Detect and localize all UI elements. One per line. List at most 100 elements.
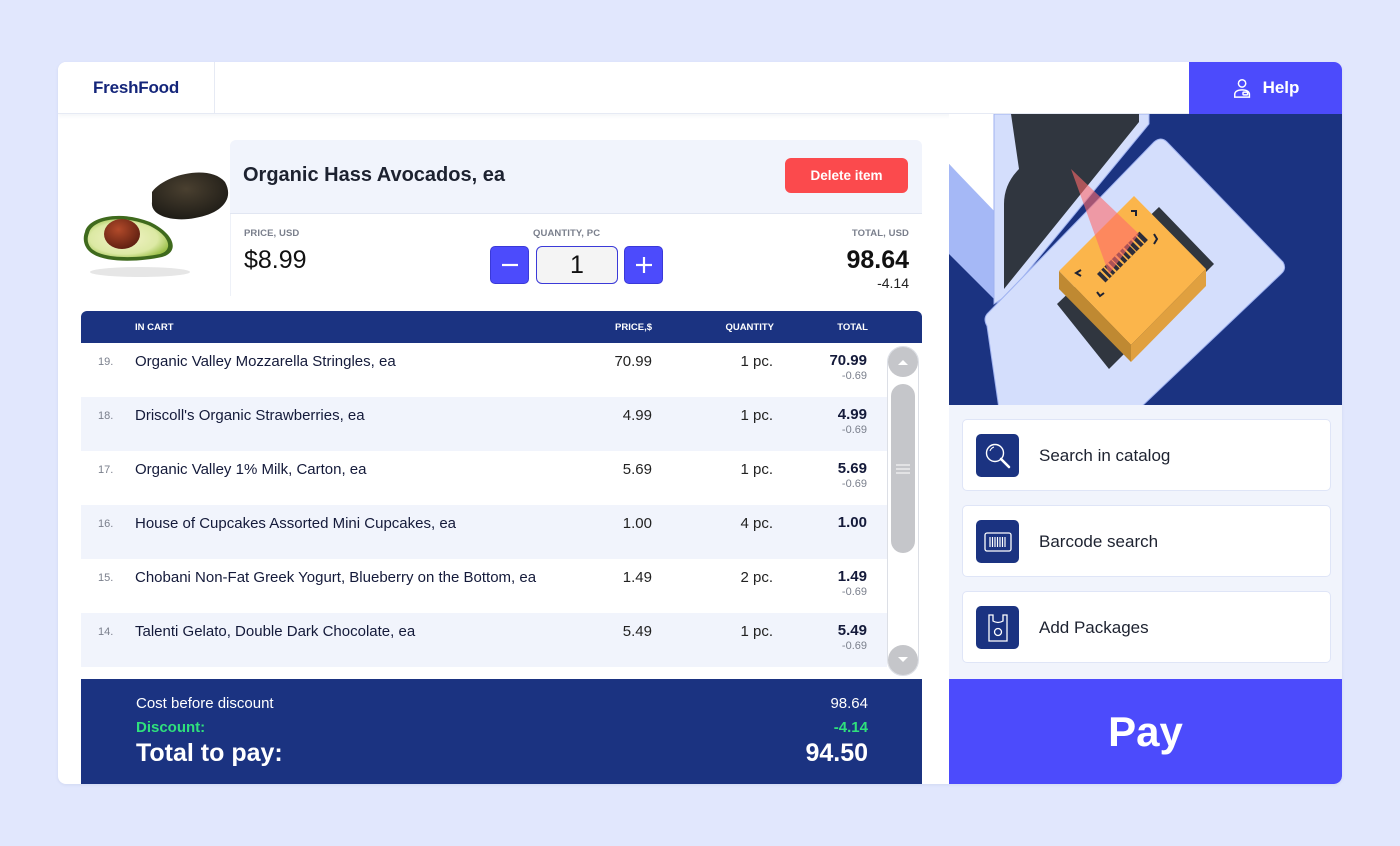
row-name: Talenti Gelato, Double Dark Chocolate, e… bbox=[135, 623, 416, 640]
barcode-icon bbox=[983, 531, 1012, 552]
total-to-pay-label: Total to pay: bbox=[136, 739, 283, 767]
magnifier-icon bbox=[985, 443, 1010, 468]
scanner-illustration bbox=[949, 114, 1342, 405]
row-total: 5.49 bbox=[837, 622, 867, 639]
row-name: House of Cupcakes Assorted Mini Cupcakes… bbox=[135, 515, 456, 532]
barcode-scanner-graphic bbox=[949, 114, 1286, 405]
top-bar: FreshFood Help bbox=[58, 62, 1342, 114]
row-number: 15. bbox=[98, 572, 114, 584]
cart-row[interactable]: 15. Chobani Non-Fat Greek Yogurt, Bluebe… bbox=[81, 559, 887, 613]
minus-icon bbox=[501, 263, 518, 267]
add-packages-button[interactable]: Add Packages bbox=[962, 591, 1331, 663]
column-total: TOTAL bbox=[837, 322, 868, 333]
total-discount: -4.14 bbox=[877, 275, 909, 291]
row-total: 1.49 bbox=[837, 568, 867, 585]
row-discount: -0.69 bbox=[841, 640, 867, 652]
row-price: 1.00 bbox=[622, 515, 652, 532]
row-number: 18. bbox=[98, 410, 114, 422]
help-label: Help bbox=[1262, 78, 1300, 97]
row-price: 1.49 bbox=[622, 569, 652, 586]
row-quantity: 1 pc. bbox=[740, 407, 773, 424]
product-name: Organic Hass Avocados, ea bbox=[243, 164, 505, 186]
product-header: Organic Hass Avocados, ea Delete item bbox=[230, 140, 922, 214]
row-name: Organic Valley Mozzarella Stringles, ea bbox=[135, 353, 396, 370]
column-quantity: QUANTITY bbox=[725, 322, 774, 333]
barcode-icon-wrap bbox=[976, 520, 1019, 563]
row-quantity: 1 pc. bbox=[740, 353, 773, 370]
scroll-down-button[interactable] bbox=[888, 645, 918, 675]
add-packages-label: Add Packages bbox=[1039, 618, 1149, 637]
shopping-bag-icon bbox=[987, 613, 1008, 642]
cart-row[interactable]: 14. Talenti Gelato, Double Dark Chocolat… bbox=[81, 613, 887, 667]
row-discount: -0.69 bbox=[841, 478, 867, 490]
caret-up-icon bbox=[898, 360, 908, 365]
delete-item-button[interactable]: Delete item bbox=[785, 158, 908, 193]
row-price: 5.49 bbox=[622, 623, 652, 640]
cart-row[interactable]: 16. House of Cupcakes Assorted Mini Cupc… bbox=[81, 505, 887, 559]
row-total: 4.99 bbox=[837, 406, 867, 423]
cart-table-header: IN CART PRICE,$ QUANTITY TOTAL bbox=[81, 311, 922, 343]
row-number: 14. bbox=[98, 626, 114, 638]
price-value: $8.99 bbox=[244, 246, 307, 274]
scroll-thumb[interactable] bbox=[891, 384, 915, 553]
row-quantity: 1 pc. bbox=[740, 461, 773, 478]
search-catalog-label: Search in catalog bbox=[1039, 446, 1171, 465]
product-details: PRICE, USD $8.99 QUANTITY, PC TOTAL, USD… bbox=[230, 214, 922, 296]
row-discount: -0.69 bbox=[841, 586, 867, 598]
row-number: 16. bbox=[98, 518, 114, 530]
decrease-quantity-button[interactable] bbox=[490, 246, 529, 284]
column-item: IN CART bbox=[135, 322, 174, 333]
pay-button[interactable]: Pay bbox=[949, 679, 1342, 784]
quantity-label: QUANTITY, PC bbox=[533, 228, 601, 239]
cart-row[interactable]: 17. Organic Valley 1% Milk, Carton, ea 5… bbox=[81, 451, 887, 505]
help-button[interactable]: Help bbox=[1189, 62, 1342, 114]
cost-before-discount-label: Cost before discount bbox=[136, 695, 274, 712]
row-price: 5.69 bbox=[622, 461, 652, 478]
row-name: Chobani Non-Fat Greek Yogurt, Blueberry … bbox=[135, 569, 537, 586]
row-name: Organic Valley 1% Milk, Carton, ea bbox=[135, 461, 367, 478]
action-panel: Search in catalog Barcode search Add Pac… bbox=[949, 405, 1342, 679]
price-label: PRICE, USD bbox=[244, 228, 300, 239]
column-price: PRICE,$ bbox=[615, 322, 652, 333]
caret-down-icon bbox=[898, 657, 908, 662]
order-summary: Cost before discount 98.64 Discount: -4.… bbox=[81, 679, 922, 784]
row-total: 70.99 bbox=[829, 352, 867, 369]
cart-table: IN CART PRICE,$ QUANTITY TOTAL 19. Organ… bbox=[81, 311, 922, 679]
magnifier-icon-wrap bbox=[976, 434, 1019, 477]
cart-row[interactable]: 19. Organic Valley Mozzarella Stringles,… bbox=[81, 343, 887, 397]
barcode-search-button[interactable]: Barcode search bbox=[962, 505, 1331, 577]
avocado-image bbox=[83, 172, 229, 277]
row-quantity: 4 pc. bbox=[740, 515, 773, 532]
row-quantity: 1 pc. bbox=[740, 623, 773, 640]
search-catalog-button[interactable]: Search in catalog bbox=[962, 419, 1331, 491]
cart-row[interactable]: 18. Driscoll's Organic Strawberries, ea … bbox=[81, 397, 887, 451]
row-name: Driscoll's Organic Strawberries, ea bbox=[135, 407, 365, 424]
quantity-input[interactable] bbox=[536, 246, 618, 284]
discount-label: Discount: bbox=[136, 719, 206, 736]
total-label: TOTAL, USD bbox=[851, 228, 909, 239]
brand-logo: FreshFood bbox=[58, 62, 215, 114]
selected-product-panel: Organic Hass Avocados, ea Delete item PR… bbox=[230, 140, 922, 296]
shopping-bag-icon-wrap bbox=[976, 606, 1019, 649]
cart-scrollbar[interactable] bbox=[887, 346, 919, 676]
total-value: 98.64 bbox=[846, 246, 909, 274]
checkout-app: FreshFood Help Organic Hass Avocados, ea… bbox=[58, 62, 1342, 784]
row-discount: -0.69 bbox=[841, 424, 867, 436]
row-total: 5.69 bbox=[837, 460, 867, 477]
row-discount: -0.69 bbox=[841, 370, 867, 382]
row-quantity: 2 pc. bbox=[740, 569, 773, 586]
scroll-up-button[interactable] bbox=[888, 347, 918, 377]
user-support-icon bbox=[1233, 79, 1250, 98]
row-price: 4.99 bbox=[622, 407, 652, 424]
barcode-search-label: Barcode search bbox=[1039, 532, 1159, 551]
cart-rows: 19. Organic Valley Mozzarella Stringles,… bbox=[81, 343, 887, 667]
increase-quantity-button[interactable] bbox=[624, 246, 663, 284]
plus-icon bbox=[635, 257, 652, 273]
row-number: 19. bbox=[98, 356, 114, 368]
total-to-pay-value: 94.50 bbox=[805, 739, 868, 767]
grip-lines-icon bbox=[896, 464, 910, 473]
discount-value: -4.14 bbox=[833, 719, 868, 736]
cost-before-discount-value: 98.64 bbox=[830, 695, 868, 712]
row-total: 1.00 bbox=[837, 514, 867, 531]
row-price: 70.99 bbox=[614, 353, 652, 370]
